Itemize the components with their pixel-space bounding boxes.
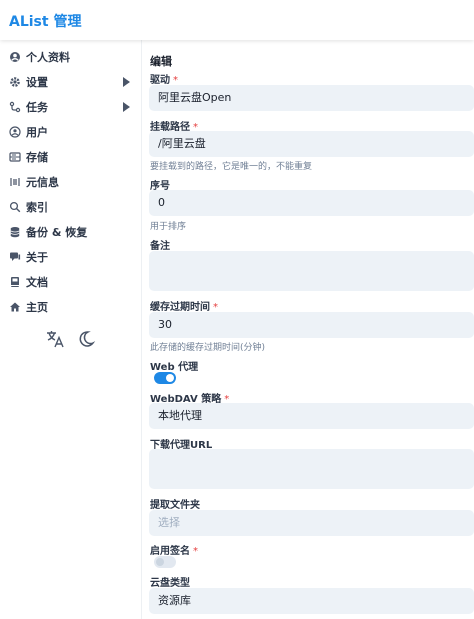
- app-title[interactable]: AList 管理: [9, 11, 81, 31]
- caret-right-icon: [123, 77, 130, 87]
- caret-right-icon: [123, 102, 130, 112]
- sidebar-item-metas[interactable]: 元信息: [0, 170, 142, 194]
- form-title: 编辑: [150, 55, 172, 68]
- extract-folder-label: 提取文件夹: [150, 500, 200, 511]
- sidebar-item-label: 个人资料: [26, 51, 70, 64]
- sidebar-item-label: 设置: [26, 76, 48, 89]
- order-input[interactable]: 0: [149, 190, 474, 216]
- enable-sign-label: 启用签名 *: [150, 542, 198, 557]
- database-icon: [8, 225, 22, 239]
- driver-label: 驱动 *: [150, 71, 178, 86]
- sidebar-item-profile[interactable]: 个人资料: [0, 45, 142, 69]
- extract-folder-select[interactable]: 选择: [149, 510, 474, 536]
- driver-select[interactable]: 阿里云盘Open: [149, 85, 474, 111]
- user-circle-icon: [8, 125, 22, 139]
- drive-type-label: 云盘类型: [150, 578, 190, 589]
- download-proxy-url-textarea[interactable]: [149, 449, 474, 489]
- required-mark: *: [193, 546, 198, 557]
- sidebar-item-label: 主页: [26, 301, 48, 314]
- cache-expiration-help: 此存储的缓存过期时间(分钟): [150, 343, 266, 353]
- home-icon: [8, 300, 22, 314]
- sidebar-item-about[interactable]: 关于: [0, 245, 142, 269]
- toggle-knob: [156, 558, 164, 566]
- app-header: AList 管理: [0, 0, 474, 40]
- cache-expiration-label: 缓存过期时间 *: [150, 298, 218, 313]
- order-help: 用于排序: [150, 222, 187, 232]
- remark-label: 备注: [150, 241, 170, 252]
- task-flow-icon: [8, 100, 22, 114]
- sidebar-item-label: 关于: [26, 251, 48, 264]
- meta-icon: [8, 175, 22, 189]
- gear-icon: [8, 75, 22, 89]
- mount-path-input[interactable]: /阿里云盘: [149, 131, 474, 157]
- remark-textarea[interactable]: [149, 251, 474, 291]
- sidebar-item-label: 文档: [26, 276, 48, 289]
- search-icon: [8, 200, 22, 214]
- enable-sign-toggle[interactable]: [154, 556, 176, 568]
- web-proxy-toggle[interactable]: [154, 372, 176, 384]
- sidebar-item-label: 存储: [26, 151, 48, 164]
- book-icon: [8, 275, 22, 289]
- sidebar-item-label: 备份 & 恢复: [26, 226, 88, 239]
- sidebar-item-label: 用户: [26, 126, 48, 139]
- sidebar-item-storage[interactable]: 存储: [0, 145, 142, 169]
- sidebar-item-backup-restore[interactable]: 备份 & 恢复: [0, 220, 142, 244]
- user-profile-icon: [8, 50, 22, 64]
- storage-icon: [8, 150, 22, 164]
- sidebar: 个人资料 设置 任务 用户 存储 元信息 索引 备份 & 恢复 关于 文档 主页: [0, 40, 142, 619]
- sidebar-item-label: 元信息: [26, 176, 59, 189]
- toggle-knob: [166, 374, 174, 382]
- drive-type-select[interactable]: 资源库: [149, 588, 474, 614]
- sidebar-item-label: 任务: [26, 101, 48, 114]
- web-proxy-label: Web 代理: [150, 362, 199, 373]
- webdav-policy-select[interactable]: 本地代理: [149, 403, 474, 429]
- sidebar-item-indexes[interactable]: 索引: [0, 195, 142, 219]
- chat-bubble-icon: [8, 250, 22, 264]
- cache-expiration-input[interactable]: 30: [149, 312, 474, 338]
- sidebar-item-home[interactable]: 主页: [0, 295, 142, 319]
- sidebar-item-docs[interactable]: 文档: [0, 270, 142, 294]
- language-translate-icon[interactable]: [45, 329, 65, 349]
- dark-mode-moon-icon[interactable]: [76, 329, 96, 349]
- storage-edit-form: 编辑 驱动 * 阿里云盘Open 挂载路径 * /阿里云盘 要挂载到的路径，它是唯一…: [143, 40, 474, 619]
- sidebar-item-users[interactable]: 用户: [0, 120, 142, 144]
- mount-path-help: 要挂载到的路径，它是唯一的，不能重复: [150, 162, 313, 172]
- sidebar-item-tasks[interactable]: 任务: [0, 95, 142, 119]
- sidebar-item-settings[interactable]: 设置: [0, 70, 142, 94]
- sidebar-item-label: 索引: [26, 201, 48, 214]
